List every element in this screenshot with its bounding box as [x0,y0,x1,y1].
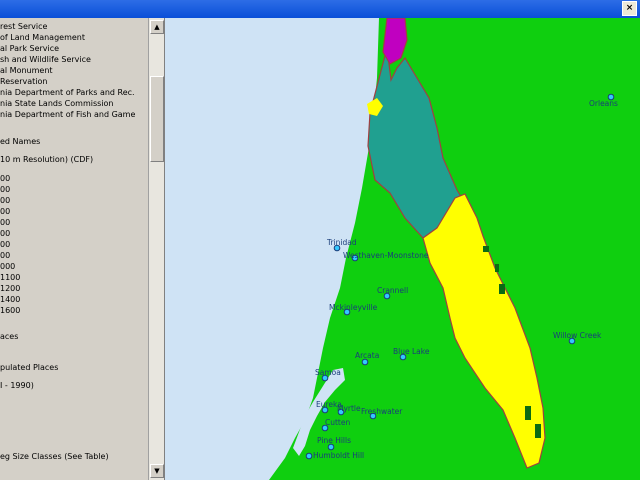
legend-item[interactable]: eg Size Classes (See Table) [0,452,109,461]
legend-item[interactable]: nia Department of Parks and Rec. [0,88,135,97]
scroll-down-icon[interactable]: ▼ [150,464,164,478]
legend-item[interactable]: sh and Wildlife Service [0,55,91,64]
place-label: Willow Creek [553,331,602,340]
legend-item[interactable]: 1600 [0,306,20,315]
legend-item[interactable]: nia Department of Fish and Game [0,110,135,119]
legend-item[interactable]: pulated Places [0,363,58,372]
forest-patch [525,406,531,420]
legend-scrollbar[interactable]: ▲ ▼ [148,18,164,480]
title-bar: × [0,0,640,18]
place-label: Freshwater [361,407,403,416]
place-label: Samoa [315,368,341,377]
legend-item[interactable]: 10 m Resolution) (CDF) [0,155,93,164]
place-label: Cutten [325,418,350,427]
map-view[interactable]: Orleans Trinidad Westhaven-Moonstone Cranne… [164,18,640,480]
place-label: Westhaven-Moonstone [343,251,429,260]
place-label: Humboldt Hill [313,451,364,460]
legend-item[interactable]: 1100 [0,273,20,282]
legend-item[interactable]: 1200 [0,284,20,293]
map-canvas[interactable]: Orleans Trinidad Westhaven-Moonstone Cranne… [165,18,640,480]
place-label: Orleans [589,99,618,108]
forest-patch [483,246,489,252]
legend-item[interactable]: I - 1990) [0,381,34,390]
legend-item[interactable]: al Park Service [0,44,59,53]
legend-item[interactable]: 00 [0,251,10,260]
legend-item[interactable]: 00 [0,207,10,216]
scroll-thumb[interactable] [150,76,164,162]
legend-item[interactable]: 000 [0,262,15,271]
legend-item[interactable]: 1400 [0,295,20,304]
legend-item[interactable]: aces [0,332,18,341]
legend-item[interactable]: of Land Management [0,33,85,42]
close-icon[interactable]: × [622,1,637,16]
legend-item[interactable]: ed Names [0,137,40,146]
place-marker-icon[interactable] [361,358,369,366]
place-label: Crannell [377,286,408,295]
legend-item[interactable]: rest Service [0,22,47,31]
place-label: Blue Lake [393,347,430,356]
legend-item[interactable]: 00 [0,196,10,205]
place-label: Mckinleyville [329,303,378,312]
forest-patch [535,424,541,438]
place-marker-icon[interactable] [327,443,335,451]
legend-panel: rest Service of Land Management al Park … [0,18,148,480]
legend-item[interactable]: 00 [0,240,10,249]
forest-patch [499,284,505,294]
place-label: Trinidad [326,238,357,247]
legend-item[interactable]: al Monument [0,66,53,75]
scroll-up-icon[interactable]: ▲ [150,20,164,34]
place-marker-icon[interactable] [305,452,313,460]
place-label: Pine Hills [317,436,351,445]
place-label: Myrtle [337,404,361,413]
legend-item[interactable]: 00 [0,174,10,183]
legend-item[interactable]: 00 [0,229,10,238]
legend-item[interactable]: Reservation [0,77,47,86]
legend-item[interactable]: 00 [0,218,10,227]
legend-item[interactable]: 00 [0,185,10,194]
forest-patch [495,264,499,272]
legend-item[interactable]: nia State Lands Commission [0,99,114,108]
place-label: Arcata [355,351,379,360]
